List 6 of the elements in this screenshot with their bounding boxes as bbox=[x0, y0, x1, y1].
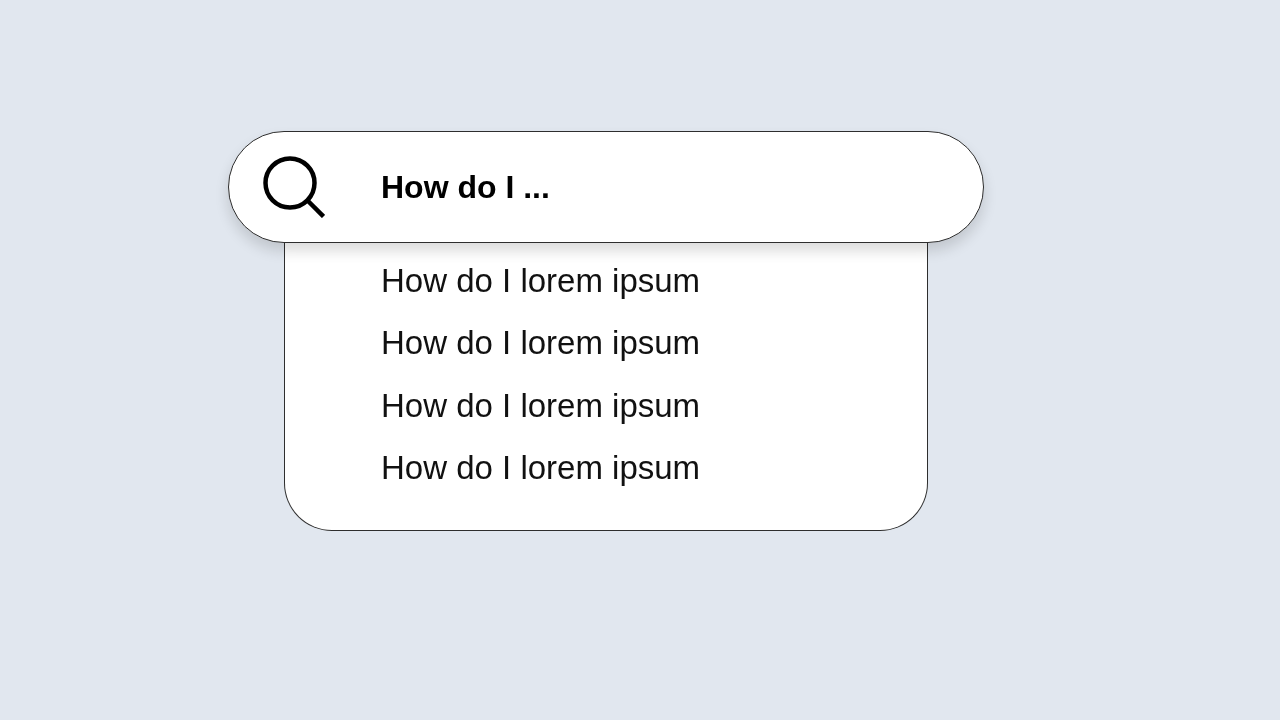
suggestion-item[interactable]: How do I lorem ipsum bbox=[381, 388, 701, 422]
search-icon bbox=[263, 156, 325, 218]
search-input[interactable]: How do I ... bbox=[381, 165, 861, 209]
suggestion-item[interactable]: How do I lorem ipsum bbox=[381, 451, 701, 485]
suggestion-item[interactable]: How do I lorem ipsum bbox=[381, 263, 701, 297]
suggestion-item[interactable]: How do I lorem ipsum bbox=[381, 326, 701, 360]
